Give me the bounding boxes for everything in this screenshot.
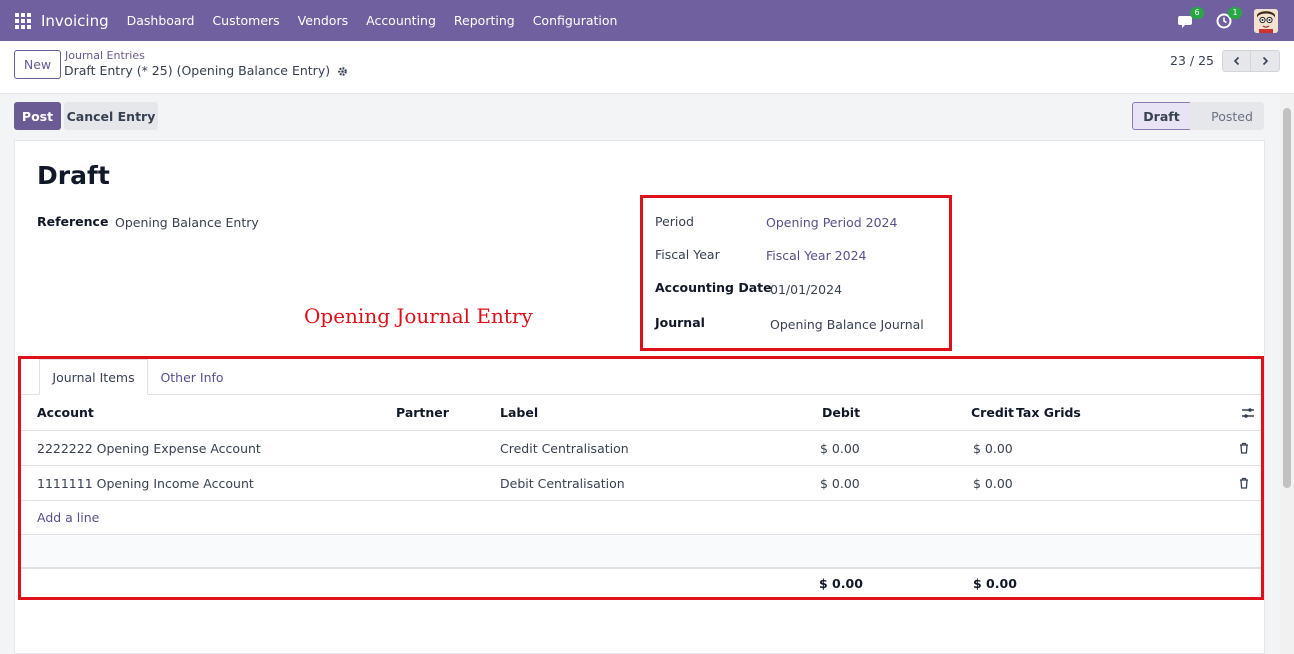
period-info-group: Period Opening Period 2024 Fiscal Year F… — [640, 195, 952, 351]
activities-badge: 1 — [1228, 6, 1242, 19]
accounting-date-label: Accounting Date — [655, 280, 772, 295]
column-partner[interactable]: Partner — [396, 395, 449, 430]
messages-badge: 6 — [1190, 6, 1204, 19]
status-posted[interactable]: Posted — [1190, 102, 1264, 130]
trash-icon[interactable] — [1239, 466, 1249, 500]
reference-label: Reference — [37, 214, 109, 229]
menu-configuration[interactable]: Configuration — [533, 13, 618, 28]
total-credit: $ 0.00 — [973, 575, 1017, 591]
fiscal-year-field[interactable]: Fiscal Year 2024 — [766, 248, 867, 263]
table-row[interactable]: 1111111 Opening Income Account Debit Cen… — [21, 466, 1261, 501]
chevron-right-icon — [1262, 56, 1269, 66]
post-button[interactable]: Post — [14, 102, 61, 130]
accounting-date-field[interactable]: 01/01/2024 — [770, 282, 842, 297]
journal-label: Journal — [655, 315, 705, 330]
state-title: Draft — [37, 161, 110, 190]
period-label: Period — [655, 214, 694, 229]
record-title-text: Draft Entry (* 25) (Opening Balance Entr… — [64, 63, 331, 78]
pager-buttons — [1222, 50, 1280, 72]
row-debit[interactable]: $ 0.00 — [820, 466, 860, 500]
add-line-row: Add a line — [21, 501, 1261, 535]
apps-menu-icon[interactable] — [15, 12, 31, 29]
column-account[interactable]: Account — [37, 395, 94, 430]
app-name[interactable]: Invoicing — [41, 12, 109, 30]
menu-reporting[interactable]: Reporting — [454, 13, 515, 28]
journal-field[interactable]: Opening Balance Journal — [770, 317, 924, 332]
row-credit[interactable]: $ 0.00 — [973, 466, 1013, 500]
journal-items-header: Account Partner Label Debit Credit Tax G… — [21, 395, 1261, 431]
form-sheet: Draft Reference Opening Balance Entry Pe… — [14, 140, 1265, 654]
trash-icon[interactable] — [1239, 431, 1249, 465]
row-debit[interactable]: $ 0.00 — [820, 431, 860, 465]
control-panel: New Journal Entries Draft Entry (* 25) (… — [0, 41, 1294, 94]
row-label[interactable]: Credit Centralisation — [500, 431, 629, 465]
statusbar: Draft Posted — [1132, 102, 1264, 130]
menu-customers[interactable]: Customers — [212, 13, 279, 28]
totals-row: $ 0.00 $ 0.00 — [21, 569, 1261, 597]
notebook: Journal Items Other Info Account Partner… — [18, 356, 1264, 600]
tab-journal-items[interactable]: Journal Items — [39, 359, 148, 395]
add-line-link[interactable]: Add a line — [37, 510, 99, 525]
table-row[interactable]: 2222222 Opening Expense Account Credit C… — [21, 431, 1261, 466]
messages-icon[interactable]: 6 — [1178, 6, 1204, 29]
optional-columns-icon[interactable] — [1241, 395, 1255, 430]
gear-icon[interactable] — [337, 65, 348, 76]
new-button[interactable]: New — [14, 50, 61, 79]
column-credit[interactable]: Credit — [971, 395, 1014, 430]
vertical-scrollbar[interactable] — [1280, 94, 1294, 654]
annotation-text: Opening Journal Entry — [304, 304, 533, 328]
menu-vendors[interactable]: Vendors — [298, 13, 348, 28]
tab-other-info[interactable]: Other Info — [147, 359, 237, 395]
pager-value[interactable]: 23 / 25 — [1170, 53, 1214, 68]
scrollbar-thumb[interactable] — [1283, 108, 1291, 488]
activities-clock-icon[interactable]: 1 — [1216, 6, 1242, 29]
empty-row — [21, 535, 1261, 569]
row-account[interactable]: 1111111 Opening Income Account — [37, 466, 254, 500]
total-debit: $ 0.00 — [819, 575, 863, 591]
row-label[interactable]: Debit Centralisation — [500, 466, 625, 500]
status-draft[interactable]: Draft — [1132, 102, 1190, 130]
menu-dashboard[interactable]: Dashboard — [127, 13, 195, 28]
row-credit[interactable]: $ 0.00 — [973, 431, 1013, 465]
user-avatar[interactable] — [1254, 8, 1278, 33]
row-account[interactable]: 2222222 Opening Expense Account — [37, 431, 261, 465]
fiscal-year-label: Fiscal Year — [655, 247, 720, 262]
column-tax-grids[interactable]: Tax Grids — [1016, 395, 1081, 430]
pager-next-button[interactable] — [1251, 50, 1280, 72]
pager-previous-button[interactable] — [1222, 50, 1251, 72]
column-debit[interactable]: Debit — [822, 395, 860, 430]
column-label[interactable]: Label — [500, 395, 538, 430]
period-field[interactable]: Opening Period 2024 — [766, 215, 897, 230]
record-title: Draft Entry (* 25) (Opening Balance Entr… — [64, 63, 348, 78]
reference-field[interactable]: Opening Balance Entry — [115, 215, 259, 230]
cancel-entry-button[interactable]: Cancel Entry — [64, 102, 158, 130]
chevron-left-icon — [1233, 56, 1239, 66]
menu-accounting[interactable]: Accounting — [366, 13, 436, 28]
notebook-tabs: Journal Items Other Info — [21, 359, 1261, 395]
top-navbar: Invoicing Dashboard Customers Vendors Ac… — [0, 0, 1294, 41]
breadcrumb-journal-entries[interactable]: Journal Entries — [65, 49, 145, 62]
